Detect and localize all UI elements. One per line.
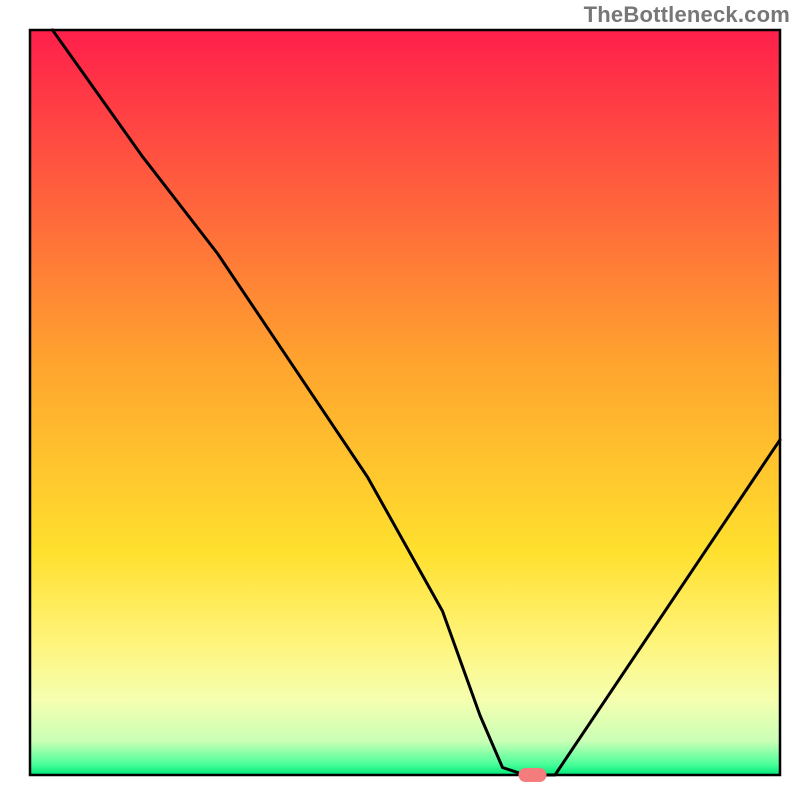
chart-stage: TheBottleneck.com (0, 0, 800, 800)
optimal-marker (519, 768, 547, 782)
bottleneck-chart (0, 0, 800, 800)
